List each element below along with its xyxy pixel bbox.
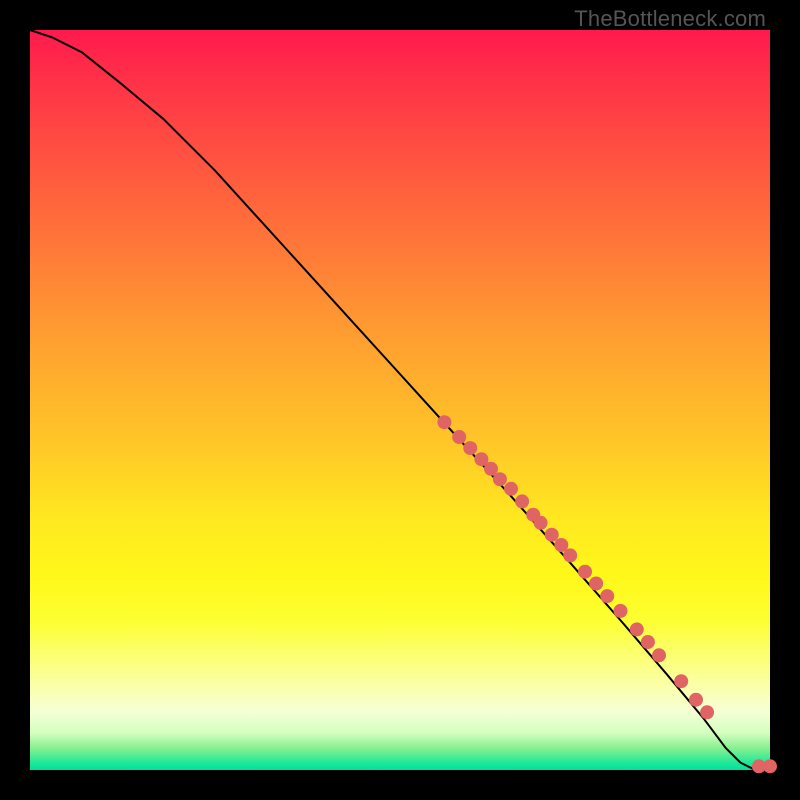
- data-point: [652, 648, 666, 662]
- data-point: [600, 589, 614, 603]
- data-point: [515, 494, 529, 508]
- data-point: [578, 565, 592, 579]
- data-point: [630, 622, 644, 636]
- data-point: [641, 635, 655, 649]
- data-point: [563, 548, 577, 562]
- data-point: [504, 482, 518, 496]
- chart-overlay: [30, 30, 770, 770]
- attribution-label: TheBottleneck.com: [574, 6, 766, 32]
- data-points: [437, 415, 777, 773]
- data-point: [763, 759, 777, 773]
- data-point: [545, 528, 559, 542]
- data-point: [614, 604, 628, 618]
- data-point: [534, 516, 548, 530]
- data-point: [437, 415, 451, 429]
- data-point: [452, 430, 466, 444]
- data-point: [463, 441, 477, 455]
- data-point: [589, 577, 603, 591]
- data-point: [689, 693, 703, 707]
- data-point: [700, 705, 714, 719]
- data-point: [493, 472, 507, 486]
- data-point: [674, 674, 688, 688]
